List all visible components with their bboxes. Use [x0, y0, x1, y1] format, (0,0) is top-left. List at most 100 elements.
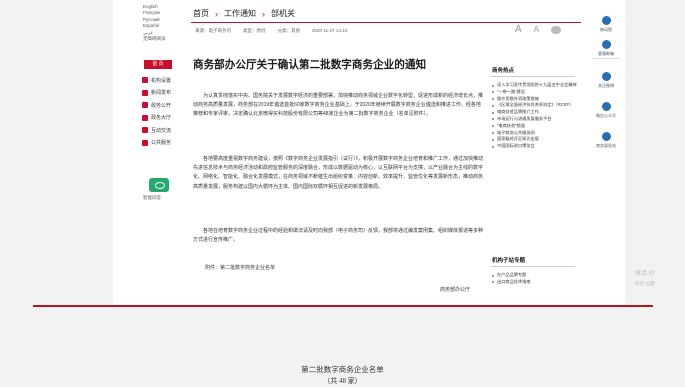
- bullet-icon: [492, 91, 494, 94]
- list-item-label: 中国国际进口博览会: [497, 143, 535, 149]
- page-divider: [33, 305, 653, 307]
- plus-icon: [142, 139, 148, 146]
- attachment-doc-title: 第二批数字商务企业名单: [301, 365, 384, 374]
- list-item[interactable]: 市场运行与流通发展服务平台: [492, 116, 578, 123]
- bullet-icon: [492, 118, 494, 121]
- breadcrumb-underline: [191, 22, 581, 23]
- news-icon: [142, 89, 148, 96]
- weibo-icon: [601, 72, 611, 81]
- bullet-icon: [492, 111, 494, 114]
- page: English Français Русский Español عربي 无障…: [0, 0, 685, 387]
- divider: [593, 58, 619, 59]
- list-item-label: 市场运行与流通发展服务平台: [497, 115, 552, 121]
- bullet-icon: [492, 274, 494, 277]
- list-item[interactable]: 电商扶贫品牌推介工作: [492, 109, 578, 116]
- hall-icon: [142, 114, 148, 121]
- mobile-icon: [601, 16, 611, 25]
- side-label: 客服邮箱: [598, 51, 614, 56]
- divider: [491, 76, 575, 77]
- nav-label: 政务公开: [151, 102, 172, 109]
- list-item-label: 电商扶贫品牌推介工作: [497, 109, 539, 115]
- breadcrumb-home[interactable]: 首页: [193, 8, 209, 19]
- mailbox-link[interactable]: 客服邮箱: [591, 40, 621, 57]
- nav-item-news[interactable]: 新闻发布: [142, 87, 171, 100]
- bullet-icon: [492, 104, 494, 107]
- article-title: 商务部办公厅关于确认第二批数字商务企业的通知: [193, 59, 427, 71]
- list-item-label: 深入学习宣传贯彻党的十九届五中全会精神: [497, 82, 577, 87]
- list-item[interactable]: 出口商品技术指南: [492, 279, 578, 286]
- list-item-label: “电商扶贫”频道: [497, 122, 525, 128]
- list-item[interactable]: “电商扶贫”频道: [492, 123, 578, 130]
- sub-sites-heading: 机构子站专题: [492, 258, 526, 264]
- bullet-icon: [492, 98, 494, 101]
- list-item[interactable]: 深入学习宣传贯彻党的十九届五中全会精神: [492, 82, 578, 89]
- attachment-doc-count: （共 48 家）: [323, 377, 362, 385]
- font-increase-button[interactable]: A: [515, 24, 522, 35]
- breadcrumb-notices[interactable]: 工作通知: [224, 8, 256, 19]
- side-toolbar: 移动版 客服邮箱 关注微博 微信公众号 商务部驻站: [591, 6, 621, 166]
- mail-icon: [601, 40, 611, 49]
- nav-label: 公共服务: [151, 140, 172, 147]
- wechat-qr-icon: [601, 102, 611, 111]
- bullet-icon: [492, 138, 494, 141]
- nav-label: 机构设置: [151, 77, 172, 84]
- chat-icon: [142, 127, 148, 134]
- article-tools: A A: [515, 24, 562, 35]
- chevron-right-icon: ›: [262, 8, 265, 19]
- bullet-icon: [492, 84, 494, 87]
- body-paragraph: 各地要高度重视数字商务建设，按照《数字商务企业发展指引（试行）》，积极开展数字商…: [193, 156, 484, 190]
- meta-source: 来源：电子商务司: [195, 28, 231, 33]
- left-nav: 机构设置 新闻发布 政务公开 政务大厅 互动交流 公共服务: [142, 74, 171, 149]
- breadcrumb: 首页 › 工作通知 › 部机关: [193, 8, 295, 19]
- list-item[interactable]: 中国国际进口博览会: [492, 143, 578, 150]
- list-item[interactable]: “一带一路”建设: [492, 89, 578, 96]
- signature: 商务部办公厅: [440, 287, 471, 293]
- body-paragraph: 为认真贯彻落实中央、国务院关于发展数字经济的重要部署，加快推动商务领域企业数字化…: [193, 93, 484, 118]
- nav-label: 政务大厅: [151, 115, 172, 122]
- share-wechat-icon[interactable]: [551, 25, 562, 34]
- body-paragraph: 各地在培育数字商务企业过程中的经验和做法请及时向我部（电子商务司）反馈，我部将通…: [193, 228, 484, 244]
- side-label: 商务部驻站: [596, 143, 616, 148]
- watermark-line: 激活 W: [635, 271, 655, 277]
- smart-qa-label: 智能问答: [143, 195, 161, 200]
- wechat-official-link[interactable]: 微信公众号: [591, 102, 621, 119]
- wechat-icon[interactable]: [149, 178, 169, 192]
- nav-item-interaction[interactable]: 互动交流: [142, 124, 171, 137]
- building-icon: [142, 77, 148, 84]
- accessibility-link[interactable]: 无障碍阅读: [143, 36, 166, 42]
- nav-item-service-hall[interactable]: 政务大厅: [142, 112, 171, 125]
- mobile-link[interactable]: 移动版: [591, 16, 621, 33]
- bullet-icon: [492, 281, 494, 284]
- chevron-right-icon: ›: [215, 8, 218, 19]
- meta-date: 2020-11-27 14:10: [312, 28, 348, 33]
- breadcrumb-ministry[interactable]: 部机关: [271, 8, 295, 19]
- document-icon: [142, 102, 148, 109]
- language-switcher: English Français Русский Español عربي 无障…: [143, 4, 166, 42]
- font-decrease-button[interactable]: A: [534, 25, 539, 34]
- hot-topics-heading: 商务热点: [492, 68, 515, 74]
- meta-category: 分类：其他: [277, 28, 301, 33]
- sub-sites-list: 在产品品牌专题 出口商品技术指南: [492, 272, 578, 286]
- nav-item-gov-info[interactable]: 政务公开: [142, 99, 171, 112]
- watermark-line: 转到“设置”: [635, 281, 656, 286]
- list-item-label: 出口商品技术指南: [497, 278, 531, 284]
- side-label: 微信公众号: [596, 113, 616, 118]
- attachment-link[interactable]: 附件：第二批数字商务企业名单: [205, 264, 275, 271]
- nav-label: 新闻发布: [151, 90, 172, 97]
- content-frame: [113, 0, 625, 305]
- weibo-link[interactable]: 关注微博: [591, 72, 621, 89]
- nav-item-organization[interactable]: 机构设置: [142, 74, 171, 87]
- list-item-label: “一带一路”建设: [497, 88, 525, 94]
- nav-label: 互动交流: [151, 127, 172, 134]
- side-label: 关注微博: [598, 83, 614, 88]
- nav-item-public-service[interactable]: 公共服务: [142, 137, 171, 150]
- home-button[interactable]: 首 页: [144, 60, 172, 69]
- article-meta: 来源：电子商务司 类型：原创 分类：其他 2020-11-27 14:10: [195, 28, 347, 34]
- bullet-icon: [492, 145, 494, 148]
- meta-type: 类型：原创: [243, 28, 266, 33]
- station-link[interactable]: 商务部驻站: [591, 132, 621, 149]
- side-label: 移动版: [600, 27, 612, 32]
- list-item[interactable]: 在产品品牌专题: [492, 272, 578, 279]
- bullet-icon: [492, 132, 494, 135]
- list-item-label: 在产品品牌专题: [497, 272, 527, 277]
